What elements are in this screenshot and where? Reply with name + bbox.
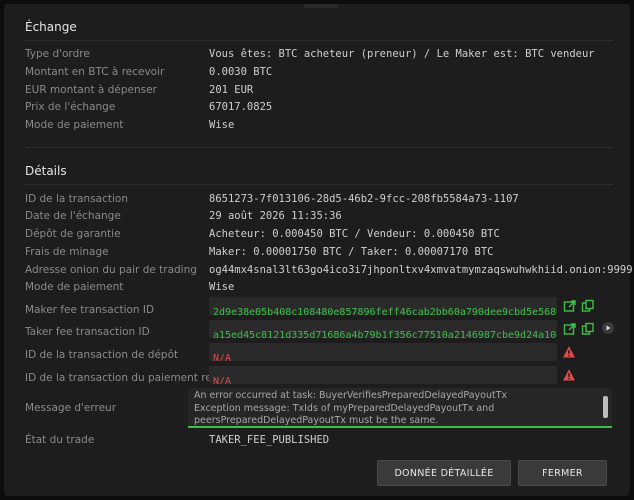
label: EUR montant à dépenser — [25, 84, 157, 96]
label: Message d'erreur — [25, 402, 117, 414]
deposit-tx-value: N/A — [213, 353, 232, 361]
value: 67017.0825 — [209, 101, 273, 113]
section-title-details: Détails — [25, 164, 67, 178]
trade-details-dialog: Échange Type d'ordre Vous êtes: BTC ache… — [4, 4, 633, 496]
row-eur-amount: EUR montant à dépenser 201 EUR — [25, 84, 625, 102]
label: Mode de paiement — [25, 119, 124, 131]
divider — [25, 40, 613, 41]
label: Adresse onion du pair de trading — [25, 264, 197, 276]
divider — [25, 147, 613, 148]
value: 8651273-7f013106-28d5-46b2-9fcc-208fb558… — [209, 193, 519, 205]
value: og44mx4snal3lt63go4ico3i7jhponltxv4xmvat… — [209, 264, 633, 276]
label: Mode de paiement — [25, 281, 124, 293]
delayed-payout-tx-field[interactable]: N/A — [209, 366, 557, 384]
label: Prix de l'échange — [25, 101, 116, 113]
value: 29 août 2026 11:35:36 — [209, 210, 342, 222]
row-mining-fees: Frais de minage Maker: 0.00001750 BTC / … — [25, 246, 625, 264]
delayed-payout-tx-value: N/A — [213, 376, 232, 384]
row-security-deposit: Dépôt de garantie Acheteur: 0.000450 BTC… — [25, 228, 625, 246]
error-line: An error occurred at task: BuyerVerifies… — [194, 390, 508, 401]
maker-fee-tx-field[interactable]: 2d9e38e05b408c108480e857896feff46cab2bb6… — [209, 297, 557, 315]
label: Date de l'échange — [25, 210, 121, 222]
label: Type d'ordre — [25, 48, 90, 60]
error-message-textarea[interactable]: An error occurred at task: BuyerVerifies… — [188, 388, 612, 428]
label: Montant en BTC à recevoir — [25, 66, 165, 78]
divider — [25, 184, 613, 185]
value: 201 EUR — [209, 84, 254, 96]
error-line: peersPreparedDelayedPayoutTx must be the… — [194, 415, 439, 426]
row-price: Prix de l'échange 67017.0825 — [25, 101, 625, 119]
taker-fee-tx-value: a15ed45c8121d335d71686a4b79b1f356c77510a… — [213, 330, 557, 338]
label: Taker fee transaction ID — [25, 326, 150, 338]
value: Vous êtes: BTC acheteur (preneur) / Le M… — [209, 48, 595, 60]
label: Frais de minage — [25, 246, 109, 258]
maker-fee-tx-value: 2d9e38e05b408c108480e857896feff46cab2bb6… — [213, 307, 557, 315]
value: Wise — [209, 119, 235, 131]
row-peer-onion: Adresse onion du pair de trading og44mx4… — [25, 264, 633, 282]
warning-icon — [563, 369, 575, 381]
open-external-icon[interactable] — [563, 322, 577, 336]
scrollbar[interactable] — [603, 396, 608, 418]
label: Maker fee transaction ID — [25, 304, 155, 316]
label: Dépôt de garantie — [25, 228, 121, 240]
value: Wise — [209, 281, 235, 293]
value: Maker: 0.00001750 BTC / Taker: 0.0000717… — [209, 246, 494, 258]
label: ID de la transaction — [25, 193, 128, 205]
value: Acheteur: 0.000450 BTC / Vendeur: 0.0004… — [209, 228, 500, 240]
copy-icon[interactable] — [581, 322, 595, 336]
row-order-type: Type d'ordre Vous êtes: BTC acheteur (pr… — [25, 48, 625, 66]
value: 0.0030 BTC — [209, 66, 273, 78]
label: ID de la transaction du paiement retardé — [25, 372, 240, 384]
row-trade-id: ID de la transaction 8651273-7f013106-28… — [25, 193, 625, 211]
label: État du trade — [25, 434, 95, 446]
error-line: Exception message: TxIds of myPreparedDe… — [194, 402, 495, 414]
deposit-tx-field[interactable]: N/A — [209, 343, 557, 361]
play-icon[interactable] — [601, 321, 615, 335]
close-button[interactable]: FERMER — [518, 460, 607, 486]
row-trade-date: Date de l'échange 29 août 2026 11:35:36 — [25, 210, 625, 228]
section-title-echange: Échange — [25, 20, 77, 34]
label: ID de la transaction de dépôt — [25, 349, 179, 361]
dialog-top-handle — [304, 4, 338, 8]
detailed-data-button[interactable]: DONNÉE DÉTAILLÉE — [377, 460, 511, 486]
row-payment-method: Mode de paiement Wise — [25, 119, 625, 137]
open-external-icon[interactable] — [563, 299, 577, 313]
copy-icon[interactable] — [581, 299, 595, 313]
warning-icon — [563, 346, 575, 358]
value: TAKER_FEE_PUBLISHED — [209, 434, 330, 446]
taker-fee-tx-field[interactable]: a15ed45c8121d335d71686a4b79b1f356c77510a… — [209, 320, 557, 338]
row-trade-state: État du trade TAKER_FEE_PUBLISHED — [25, 434, 625, 452]
row-btc-amount: Montant en BTC à recevoir 0.0030 BTC — [25, 66, 625, 84]
